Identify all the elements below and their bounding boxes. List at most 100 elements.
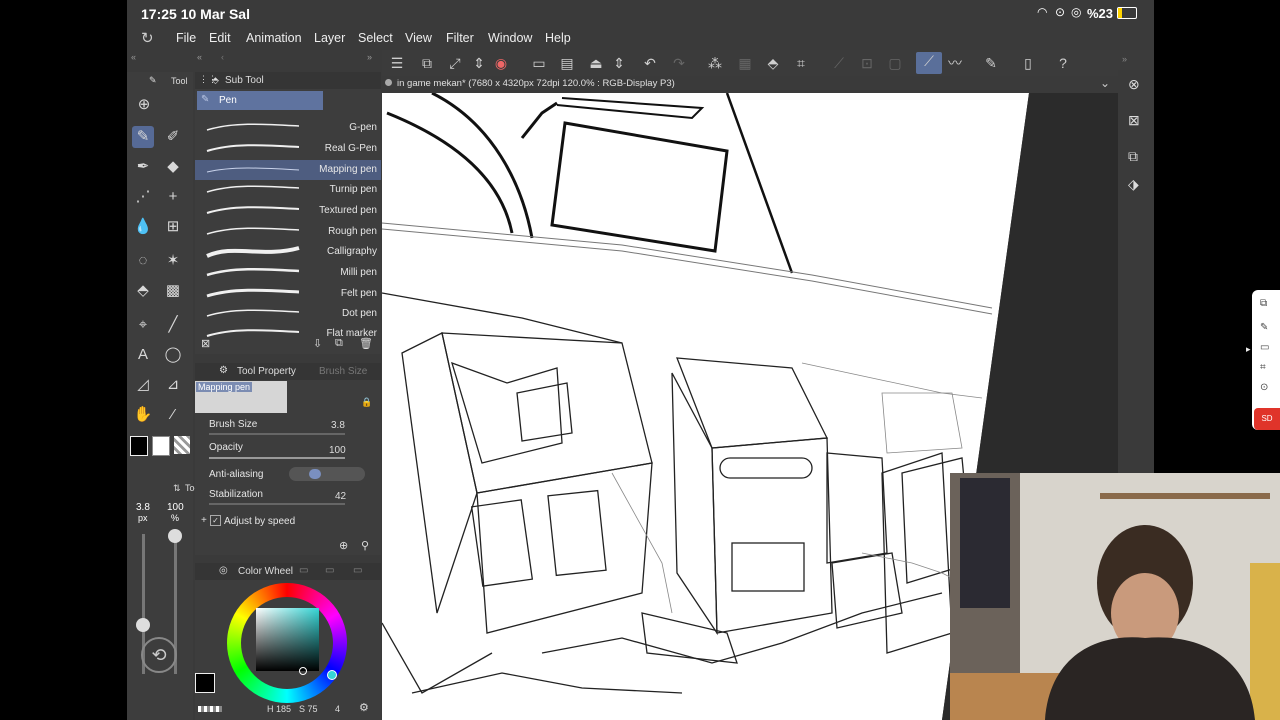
subtool-item-textured-pen[interactable]: Textured pen <box>195 201 381 221</box>
new-canvas-icon[interactable]: ⧉ <box>418 54 436 72</box>
sv-picker-cursor[interactable] <box>299 667 307 675</box>
lock-icon[interactable]: 🔒 <box>361 397 372 408</box>
expand-icon[interactable]: + <box>201 515 207 526</box>
opacity-slider[interactable] <box>209 457 345 459</box>
anti-aliasing-selector[interactable] <box>289 467 365 481</box>
menu-view[interactable]: View <box>405 31 432 45</box>
redo-icon[interactable]: ↷ <box>670 54 688 72</box>
selection-lasso-icon[interactable]: ⁂ <box>706 54 724 72</box>
float-crop-icon[interactable]: ⌗ <box>1260 362 1266 373</box>
menu-hamburger-icon[interactable]: ☰ <box>388 54 406 72</box>
property-menu-icon[interactable]: ⊕ <box>339 539 348 552</box>
float-toggle-icon[interactable]: ▸ <box>1246 344 1251 355</box>
fill-tool-icon[interactable]: ⬘ <box>132 280 154 302</box>
collapse-mid-icon[interactable]: « <box>197 52 202 62</box>
brush-stroke-icon[interactable]: 〰 <box>946 54 964 72</box>
color-wheel-label[interactable]: Color Wheel <box>238 566 293 577</box>
navigator-icon[interactable]: ⊗ <box>1128 76 1140 93</box>
decoration-tool-icon[interactable]: + <box>162 186 184 208</box>
gradient-tool-icon[interactable]: ▩ <box>162 280 184 302</box>
panel-collapse-icon[interactable]: » <box>1122 54 1127 64</box>
eyedropper-icon[interactable]: ⁄ <box>162 404 184 426</box>
select-all-icon[interactable]: ▦ <box>736 54 754 72</box>
airbrush-tool-icon[interactable]: ⋰ <box>132 186 154 208</box>
record-icon[interactable]: ◉ <box>492 54 510 72</box>
stabilization-value[interactable]: 42 <box>335 491 346 502</box>
balloon-tool-icon[interactable]: ◯ <box>162 344 184 366</box>
eraser-tool-icon[interactable]: ◆ <box>162 156 184 178</box>
brush-tool-icon[interactable]: ✒ <box>132 156 154 178</box>
snap-to-ruler-icon[interactable]: ⟋ <box>916 52 942 74</box>
chevron-updown-2-icon[interactable]: ⇕ <box>610 54 628 72</box>
subtool-item-turnip-pen[interactable]: Turnip pen <box>195 180 381 200</box>
object-tool-icon[interactable]: ⌖ <box>132 314 154 336</box>
help-icon[interactable]: ? <box>1054 54 1072 72</box>
color-main-swatch[interactable] <box>195 673 215 693</box>
layer-property-icon[interactable]: ⊠ <box>1128 112 1140 129</box>
subtool-item-felt-pen[interactable]: Felt pen <box>195 284 381 304</box>
layers-icon[interactable]: ⬗ <box>1128 176 1139 193</box>
text-tool-icon[interactable]: A <box>132 344 154 366</box>
menu-edit[interactable]: Edit <box>209 31 231 45</box>
brush-size-value[interactable]: 3.8 <box>331 420 345 431</box>
float-screen-icon[interactable]: ⧉ <box>1260 298 1267 309</box>
subtool-item-real-g-pen[interactable]: Real G-Pen <box>195 139 381 159</box>
chevron-down-icon[interactable]: ⌄ <box>1100 76 1110 90</box>
subtool-item-rough-pen[interactable]: Rough pen <box>195 222 381 242</box>
float-pen-icon[interactable]: ✎ <box>1260 322 1268 333</box>
brush-size-slider[interactable] <box>209 433 345 435</box>
line-tool-icon[interactable]: ╱ <box>162 314 184 336</box>
float-badge[interactable]: SD <box>1254 408 1280 430</box>
brush-size-tab[interactable]: Brush Size <box>319 366 367 377</box>
frame-border-icon[interactable]: ◿ <box>132 374 154 396</box>
subtool-item-g-pen[interactable]: G-pen <box>195 118 381 138</box>
crop-icon[interactable]: ⌗ <box>792 54 810 72</box>
subtool-group-pen[interactable]: ✎ Pen <box>197 91 323 110</box>
magic-wand-icon[interactable]: ✶ <box>162 250 184 272</box>
ruler-tool-icon[interactable]: ⊿ <box>162 374 184 396</box>
collapse-left-icon[interactable]: « <box>131 52 136 62</box>
adjust-speed-checkbox[interactable]: ✓ <box>210 515 221 526</box>
saturation-value-square[interactable] <box>256 608 319 671</box>
download-icon[interactable]: ⊕ <box>133 94 155 116</box>
menu-help[interactable]: Help <box>545 31 571 45</box>
subtool-item-dot-pen[interactable]: Dot pen <box>195 304 381 324</box>
subtool-item-milli-pen[interactable]: Milli pen <box>195 263 381 283</box>
opacity-value[interactable]: 100 <box>329 445 346 456</box>
subtool-item-mapping-pen[interactable]: Mapping pen <box>195 160 381 180</box>
float-target-icon[interactable]: ⊙ <box>1260 382 1268 393</box>
ruler-off-icon[interactable]: ⟋ <box>830 54 848 72</box>
hand-tool-icon[interactable]: ✋ <box>132 404 154 426</box>
sub-color-swatch[interactable] <box>152 436 170 456</box>
menu-filter[interactable]: Filter <box>446 31 474 45</box>
blend-tool-icon[interactable]: 💧 <box>132 216 154 238</box>
material-icon[interactable]: ⧉ <box>1128 148 1138 165</box>
transform-icon[interactable]: ⤢ <box>446 54 464 72</box>
export-icon[interactable]: ⏏ <box>587 54 605 72</box>
chevron-updown-icon[interactable]: ⇕ <box>470 54 488 72</box>
tool-property-tab[interactable]: Tool Property <box>237 366 296 377</box>
transparent-swatch[interactable] <box>174 436 190 454</box>
collapse-right-icon[interactable]: » <box>367 52 372 62</box>
device-icon[interactable]: ▯ <box>1019 54 1037 72</box>
float-rect-icon[interactable]: ▭ <box>1260 342 1269 353</box>
app-logo-icon[interactable]: ↻ <box>141 29 154 47</box>
menu-file[interactable]: File <box>176 31 196 45</box>
color-tab3-icon[interactable]: ▭ <box>325 565 334 576</box>
subtool-item-flat-marker[interactable]: Flat marker <box>195 324 381 344</box>
tool-tab-label[interactable]: Tool <box>171 76 188 86</box>
menu-layer[interactable]: Layer <box>314 31 345 45</box>
frame-icon[interactable]: ▢ <box>886 54 904 72</box>
fill-bucket-icon[interactable]: ⬘ <box>764 54 782 72</box>
new-file-icon[interactable]: ▭ <box>530 54 548 72</box>
lasso-tool-icon[interactable]: ◌ <box>132 250 154 272</box>
subtool-item-calligraphy[interactable]: Calligraphy <box>195 242 381 262</box>
pencil-tool-icon[interactable]: ✐ <box>162 126 184 148</box>
opacity-slider-thumb[interactable] <box>168 529 182 543</box>
undo-icon[interactable]: ↶ <box>641 54 659 72</box>
document-tab[interactable]: in game mekan* (7680 x 4320px 72dpi 120.… <box>382 76 1118 93</box>
open-folder-icon[interactable]: ▤ <box>558 54 576 72</box>
pen-tool-icon[interactable]: ✎ <box>132 126 154 148</box>
stabilization-slider[interactable] <box>209 503 345 505</box>
transparent-mini-swatch[interactable] <box>198 706 222 712</box>
